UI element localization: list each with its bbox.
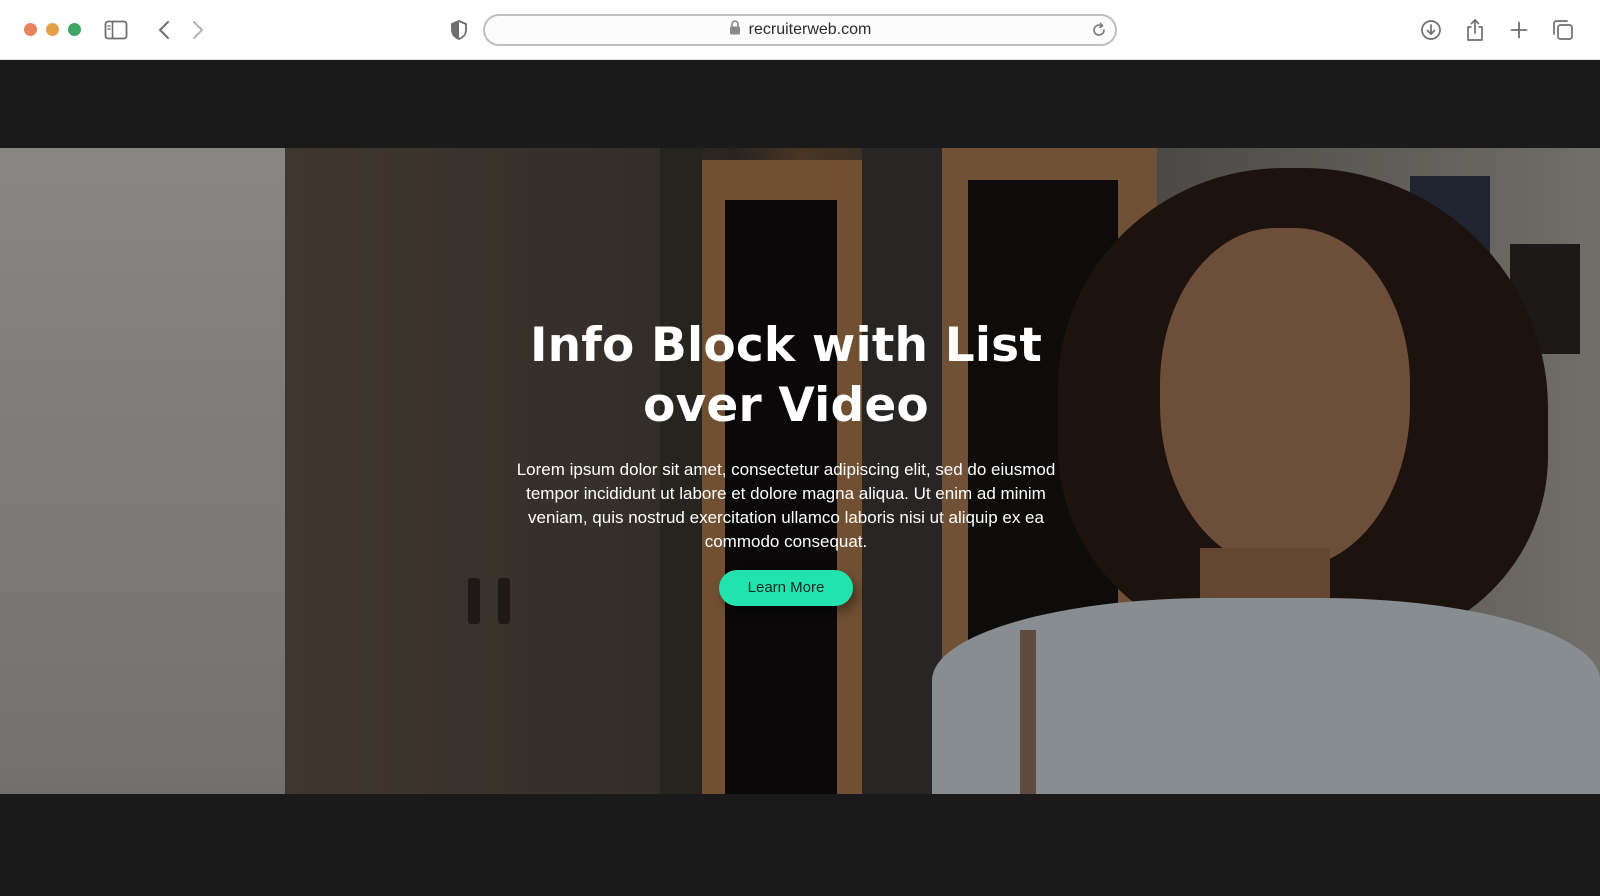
sidebar-icon[interactable] <box>104 19 128 41</box>
download-icon[interactable] <box>1419 18 1443 42</box>
page-content: Info Block with List over Video Lorem ip… <box>0 60 1600 896</box>
reload-icon[interactable] <box>1091 22 1107 43</box>
tabs-overview-icon[interactable] <box>1551 18 1575 42</box>
info-block: Info Block with List over Video Lorem ip… <box>500 316 1072 606</box>
shield-icon[interactable] <box>449 19 469 41</box>
forward-icon[interactable] <box>188 19 208 41</box>
new-tab-icon[interactable] <box>1508 19 1530 41</box>
back-icon[interactable] <box>154 19 174 41</box>
share-icon[interactable] <box>1463 17 1487 43</box>
hero-description: Lorem ipsum dolor sit amet, consectetur … <box>516 460 1056 551</box>
hero-video-section: Info Block with List over Video Lorem ip… <box>0 148 1600 794</box>
minimize-window-button[interactable] <box>46 23 59 36</box>
url-text: recruiterweb.com <box>748 21 872 38</box>
hero-title: Info Block with List over Video <box>529 318 1043 433</box>
lock-icon <box>729 20 741 40</box>
address-bar[interactable]: recruiterweb.com <box>483 14 1117 46</box>
learn-more-button[interactable]: Learn More <box>719 570 853 606</box>
close-window-button[interactable] <box>24 23 37 36</box>
browser-toolbar: recruiterweb.com <box>0 0 1600 60</box>
maximize-window-button[interactable] <box>68 23 81 36</box>
